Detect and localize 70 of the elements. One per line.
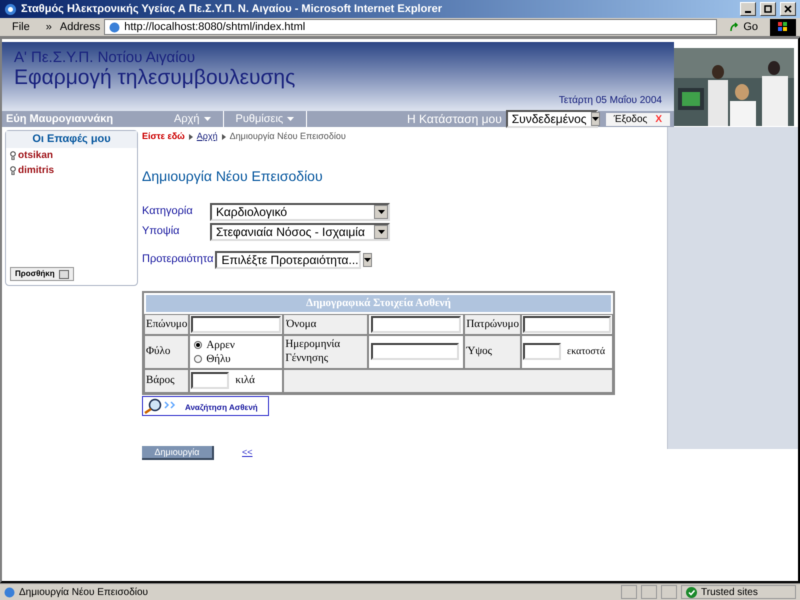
maximize-button[interactable]: [760, 2, 776, 16]
arrow-icon: [222, 134, 226, 140]
browser-icon: [4, 2, 17, 16]
table-cell: Όνομα: [283, 314, 368, 334]
input-field[interactable]: [371, 316, 462, 332]
go-button[interactable]: Go: [721, 18, 766, 36]
back-link[interactable]: <<: [242, 446, 253, 460]
table-cell: Ημερομηνία Γέννησης: [283, 334, 368, 368]
caret-icon: [287, 117, 294, 121]
organization-name: Α' Πε.Σ.Υ.Π. Νοτίου Αιγαίου: [14, 50, 196, 65]
page-icon: [109, 22, 120, 32]
input-field[interactable]: [371, 343, 460, 360]
page-icon: [4, 586, 15, 598]
check-icon: [686, 586, 697, 598]
window-title: Σταθμός Ηλεκτρονικής Υγείας Α Πε.Σ.Υ.Π. Ν. Αιγαίου - Microsoft Internet Explorer: [21, 2, 443, 17]
dropdown-field[interactable]: Συνδεδεμένος: [506, 110, 598, 128]
input-field[interactable]: [523, 316, 611, 332]
close-button[interactable]: [780, 2, 796, 16]
breadcrumb-link[interactable]: Αρχή: [196, 130, 218, 144]
unit-label: κιλά: [235, 373, 255, 388]
dropdown-field[interactable]: Στεφανιαία Νόσος - Ισχαιμία: [210, 222, 390, 240]
windows-logo-icon: [770, 18, 796, 36]
page-title: Δημιουργία Νέου Επεισοδίου: [142, 166, 324, 186]
caret-icon: [204, 117, 210, 121]
go-arrow-icon: [729, 22, 740, 32]
table-title: Δημογραφικά Στοιχεία Ασθενή: [146, 294, 611, 312]
status-panel: [641, 585, 657, 599]
unit-label: εκατοστά: [567, 345, 606, 359]
field-label: Κατηγορία: [142, 204, 194, 220]
close-icon: [784, 5, 792, 13]
contact-item[interactable]: dimitris: [6, 162, 137, 178]
input-field[interactable]: [523, 343, 561, 360]
search-patient-button[interactable]: Αναζήτηση Ασθενή: [142, 396, 269, 416]
zone-text: Trusted sites: [701, 586, 758, 600]
breadcrumb-label: Είστε εδώ: [142, 130, 185, 143]
book-icon: [58, 270, 69, 278]
user-name: Εύη Μαυρογιαννάκη: [5, 112, 114, 127]
address-label: Address: [60, 20, 100, 35]
panel-title: Οι Επαφές μου: [6, 131, 137, 148]
field-label: Προτεραιότητα: [142, 252, 214, 268]
lightbulb-icon: [10, 166, 16, 174]
input-field[interactable]: [191, 316, 282, 332]
field-label: Υποψία: [142, 224, 181, 240]
radio-option[interactable]: Αρρεν: [194, 338, 278, 352]
table-cell: Επώνυμο: [144, 314, 190, 334]
status-label: Η Κατάσταση μου: [406, 111, 502, 128]
date-text: Τετάρτη 05 Μαΐου 2004: [558, 94, 662, 108]
file-menu[interactable]: File: [4, 18, 38, 36]
minimize-button[interactable]: [740, 2, 756, 16]
table-cell: Βάρος: [144, 368, 190, 392]
maximize-icon: [764, 5, 772, 13]
contact-item[interactable]: otsikan: [6, 148, 137, 162]
logout-button[interactable]: Έξοδος X: [606, 112, 670, 126]
app-title: Εφαρμογή τηλεσυμβουλευσης: [14, 66, 296, 91]
arrow-icon: [188, 134, 193, 140]
lightbulb-icon: [10, 150, 16, 160]
table-cell: Πατρώνυμο: [464, 314, 521, 334]
radio-option[interactable]: Θήλυ: [194, 352, 278, 366]
table-cell: Ύψος: [464, 334, 521, 368]
status-text: Δημιουργία Νέου Επεισοδίου: [19, 586, 150, 600]
toolbar-chevron[interactable]: »: [42, 18, 56, 36]
address-field[interactable]: http://localhost:8080/shtml/index.html: [104, 19, 718, 35]
status-panel: [621, 585, 637, 599]
status-panel: [661, 585, 677, 599]
dropdown-field[interactable]: Καρδιολογικό: [210, 202, 390, 220]
table-cell: Φύλο: [144, 334, 190, 368]
add-contact-button[interactable]: Προσθήκη: [10, 267, 74, 281]
breadcrumb-current: Δημιουργία Νέου Επεισοδίου: [230, 130, 346, 143]
input-field[interactable]: [191, 372, 230, 389]
close-icon: X: [655, 112, 662, 126]
